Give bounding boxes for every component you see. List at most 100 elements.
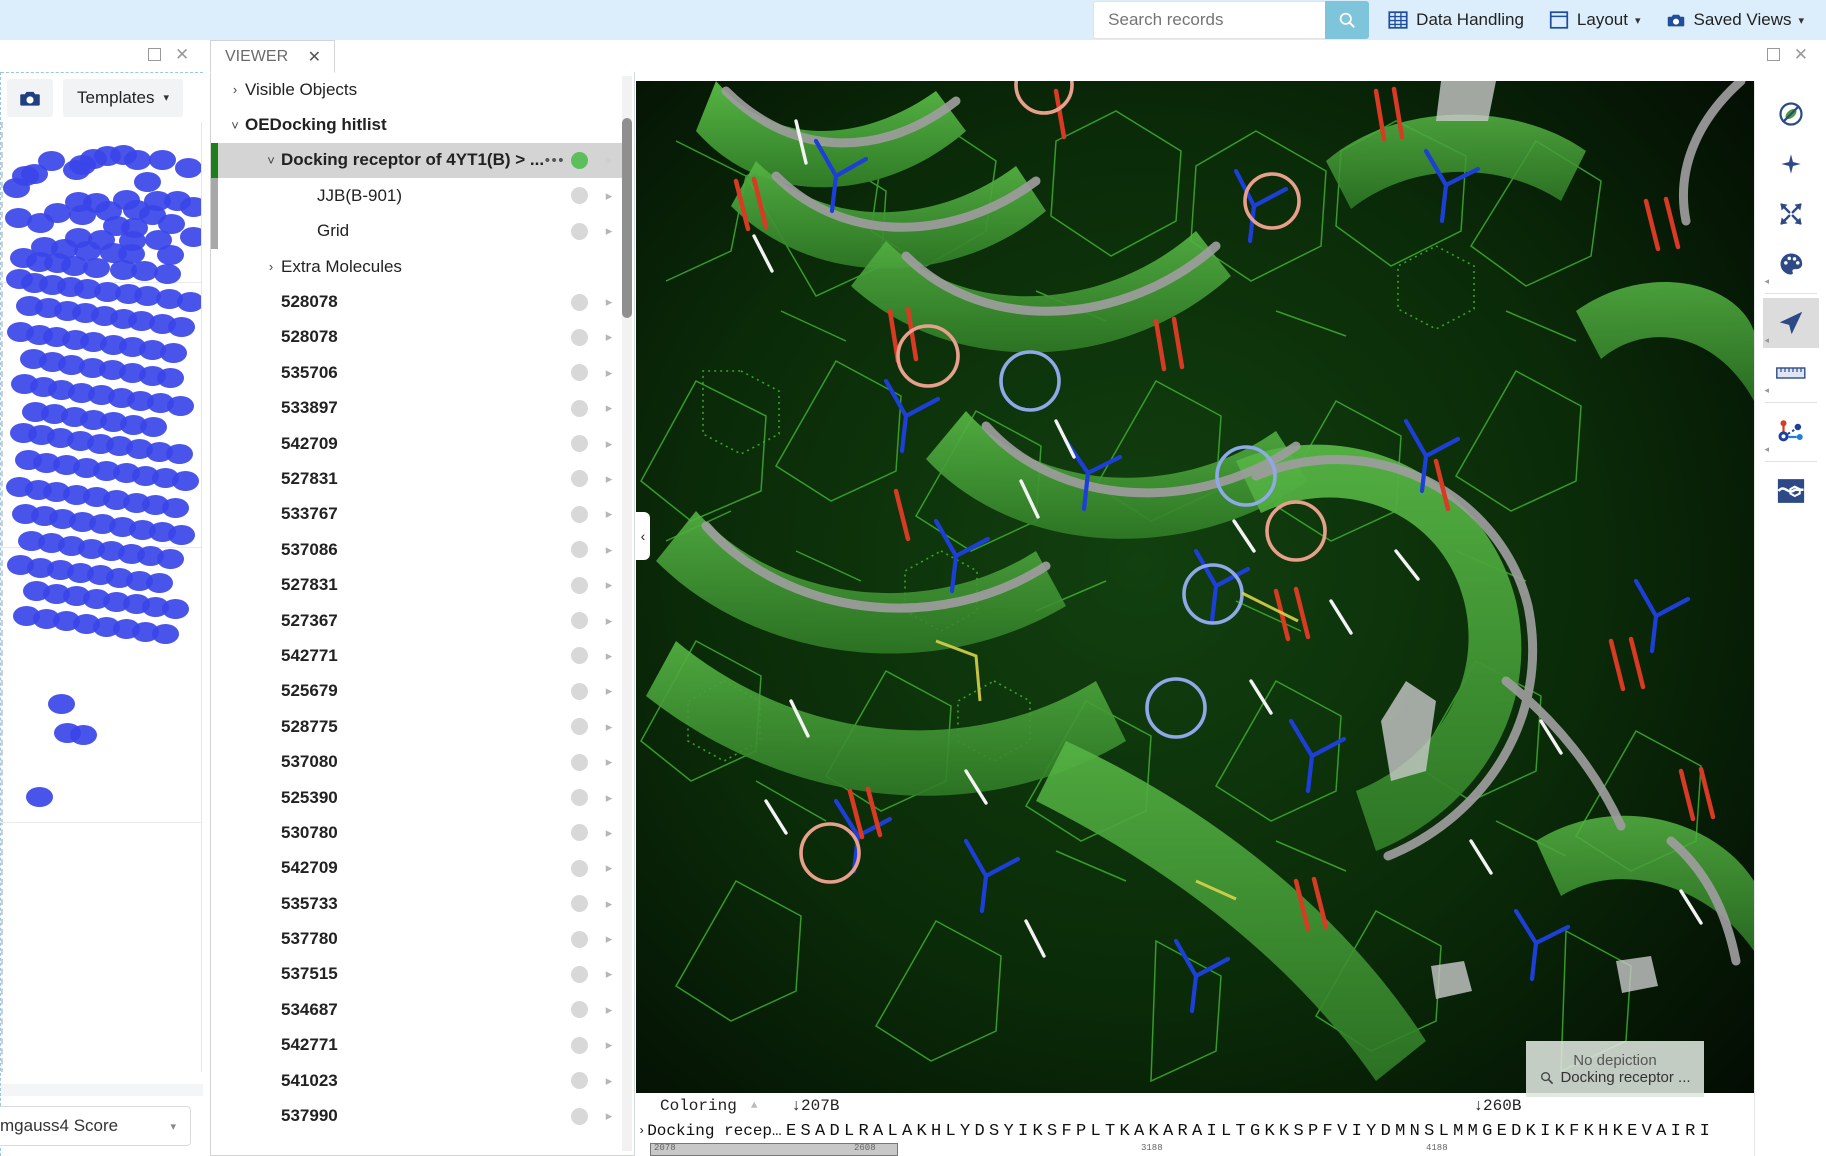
visibility-toggle[interactable]	[571, 364, 588, 381]
row-expand-arrow[interactable]: ▸	[602, 542, 616, 558]
row-expand-arrow[interactable]: ▸	[602, 1037, 616, 1053]
row-expand-arrow[interactable]: ▸	[602, 683, 616, 699]
row-expand-arrow[interactable]: ▸	[602, 436, 616, 452]
visibility-toggle[interactable]	[571, 647, 588, 664]
scatter-point[interactable]	[26, 787, 53, 807]
scatter-point[interactable]	[180, 227, 201, 247]
tree-row[interactable]: 537515▸	[211, 957, 624, 992]
visibility-toggle[interactable]	[571, 470, 588, 487]
no-display-button[interactable]	[1763, 89, 1819, 139]
protein-surface-button[interactable]	[1763, 466, 1819, 516]
tab-viewer[interactable]: VIEWER ✕	[210, 40, 335, 73]
visibility-toggle[interactable]	[571, 152, 588, 169]
scatter-point[interactable]	[63, 160, 90, 180]
scatter-point[interactable]	[134, 172, 161, 192]
scatter-point[interactable]	[175, 158, 201, 178]
scatter-point[interactable]	[162, 498, 189, 518]
tree-row[interactable]: 527831▸	[211, 567, 624, 602]
chevron-right-icon[interactable]: ›	[261, 259, 281, 274]
palette-button[interactable]: ◂	[1763, 239, 1819, 289]
visibility-toggle[interactable]	[571, 435, 588, 452]
visibility-toggle[interactable]	[571, 824, 588, 841]
row-expand-arrow[interactable]: ▸	[602, 860, 616, 876]
row-expand-arrow[interactable]: ▸	[602, 471, 616, 487]
tree-row[interactable]: ˅OEDocking hitlist	[211, 107, 624, 142]
tree-row[interactable]: 537780▸	[211, 921, 624, 956]
tree-row[interactable]: 527831▸	[211, 461, 624, 496]
visibility-toggle[interactable]	[571, 860, 588, 877]
row-expand-arrow[interactable]: ▸	[602, 223, 616, 239]
scatter-point[interactable]	[157, 245, 184, 265]
scatter-point[interactable]	[157, 368, 184, 388]
visibility-toggle[interactable]	[571, 1072, 588, 1089]
tree-row[interactable]: 542771▸	[211, 1028, 624, 1063]
expand-caret-icon[interactable]: ◂	[1765, 335, 1770, 346]
visibility-toggle[interactable]	[571, 541, 588, 558]
sequence-viewer[interactable]: Coloring ▲ ↓207B ↓260B › Docking recep… …	[636, 1093, 1754, 1156]
scatter-point[interactable]	[146, 573, 173, 593]
visibility-toggle[interactable]	[571, 683, 588, 700]
scatter-point[interactable]	[162, 599, 189, 619]
close-icon[interactable]: ✕	[1794, 46, 1808, 63]
scatter-point[interactable]	[27, 213, 54, 233]
row-expand-arrow[interactable]: ▸	[602, 931, 616, 947]
expand-caret-icon[interactable]: ◂	[1765, 385, 1770, 396]
row-expand-arrow[interactable]: ▸	[602, 1002, 616, 1018]
tree-row[interactable]: 542771▸	[211, 638, 624, 673]
visibility-toggle[interactable]	[571, 789, 588, 806]
scatter-point[interactable]	[152, 624, 179, 644]
data-handling-button[interactable]: Data Handling	[1375, 0, 1536, 40]
depiction-tooltip[interactable]: No depiction Docking receptor ...	[1526, 1041, 1704, 1097]
saved-views-button[interactable]: Saved Views ▾	[1653, 0, 1826, 40]
scatter-point[interactable]	[172, 471, 199, 491]
row-expand-arrow[interactable]: ▸	[602, 1108, 616, 1124]
restore-icon[interactable]	[1767, 48, 1780, 61]
templates-button[interactable]: Templates ▾	[63, 79, 183, 117]
scatter-point[interactable]	[154, 264, 181, 284]
scatter-point[interactable]	[157, 549, 184, 569]
sequence-row[interactable]: › Docking recep… ESADLRALAKHLYDSYIKSFPLT…	[636, 1119, 1754, 1143]
visibility-toggle[interactable]	[571, 1037, 588, 1054]
visibility-toggle[interactable]	[571, 223, 588, 240]
scatter-point[interactable]	[180, 197, 201, 217]
tree-row[interactable]: 528078▸	[211, 284, 624, 319]
scatter-point[interactable]	[177, 292, 201, 312]
tree-row[interactable]: 537990▸	[211, 1098, 624, 1133]
row-expand-arrow[interactable]: ▸	[602, 966, 616, 982]
visibility-toggle[interactable]	[571, 612, 588, 629]
tree-row[interactable]: 525679▸	[211, 674, 624, 709]
tree-row[interactable]: 528775▸	[211, 709, 624, 744]
tree-row[interactable]: 537086▸	[211, 532, 624, 567]
row-expand-arrow[interactable]: ▸	[602, 825, 616, 841]
row-expand-arrow[interactable]: ▸	[602, 400, 616, 416]
sequence-chain-name-cell[interactable]: › Docking recep…	[636, 1122, 786, 1140]
visibility-toggle[interactable]	[571, 400, 588, 417]
expand-caret-icon[interactable]: ◂	[1765, 444, 1770, 455]
visibility-toggle[interactable]	[571, 931, 588, 948]
tree-row[interactable]: 533897▸	[211, 391, 624, 426]
scatter-point[interactable]	[167, 396, 194, 416]
tree-row[interactable]: ›Extra Molecules	[211, 249, 624, 284]
tree-row[interactable]: ›Visible Objects	[211, 72, 624, 107]
scatter-point[interactable]	[83, 258, 110, 278]
row-expand-arrow[interactable]: ▸	[602, 188, 616, 204]
chevron-right-icon[interactable]: ›	[225, 82, 245, 97]
crosshair-arrows-button[interactable]	[1763, 189, 1819, 239]
search-button[interactable]	[1325, 1, 1369, 39]
row-expand-arrow[interactable]: ▸	[602, 648, 616, 664]
tree-row[interactable]: Grid▸	[211, 214, 624, 249]
row-expand-arrow[interactable]: ▸	[602, 577, 616, 593]
scatter-point[interactable]	[69, 205, 96, 225]
snapshot-button[interactable]	[7, 79, 53, 117]
expand-caret-icon[interactable]: ◂	[1765, 276, 1770, 287]
scatter-point[interactable]	[70, 725, 97, 745]
tree-row[interactable]: 533767▸	[211, 497, 624, 532]
row-expand-arrow[interactable]: ▸	[602, 152, 616, 168]
scatter-point[interactable]	[140, 417, 167, 437]
tree-row[interactable]: 535706▸	[211, 355, 624, 390]
scatter-point[interactable]	[3, 178, 30, 198]
close-icon[interactable]: ✕	[175, 46, 189, 63]
visibility-toggle[interactable]	[571, 966, 588, 983]
visibility-toggle[interactable]	[571, 577, 588, 594]
tree-row[interactable]: 530780▸	[211, 815, 624, 850]
